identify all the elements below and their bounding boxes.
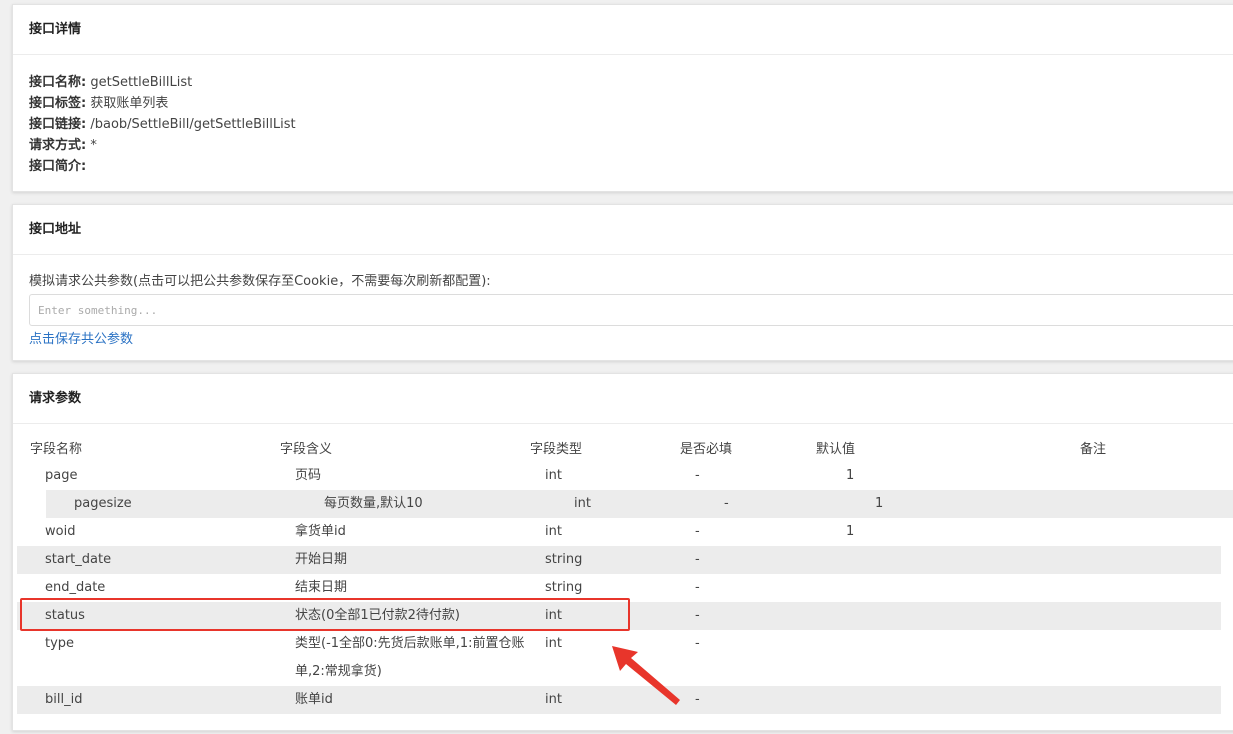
header-required: 是否必填 (680, 442, 733, 457)
detail-row-method: 请求方式: * (29, 135, 1233, 156)
cell-meaning: 结束日期 (295, 580, 348, 595)
request-params-title: 请求参数 (13, 374, 1233, 424)
cell-type: int (545, 692, 562, 707)
api-address-title: 接口地址 (13, 205, 1233, 255)
table-row: type 类型(-1全部0:先货后款账单,1:前置仓账单,2:常规拿货) int… (0, 630, 1233, 686)
cell-type: int (545, 636, 562, 651)
cell-name: status (45, 608, 85, 623)
cell-required: - (695, 468, 700, 483)
detail-label: 接口标签: (29, 96, 87, 111)
api-detail-card: 接口详情 接口名称: getSettleBillList 接口标签: 获取账单列… (12, 4, 1233, 192)
cell-required: - (695, 580, 700, 595)
cell-required: - (695, 524, 700, 539)
table-row: page 页码 int - 1 (0, 462, 1233, 490)
table-row: start_date 开始日期 string - (17, 546, 1221, 574)
save-public-params-link[interactable]: 点击保存共公参数 (29, 330, 133, 350)
detail-row-name: 接口名称: getSettleBillList (29, 72, 1233, 93)
detail-label: 请求方式: (29, 138, 87, 153)
cell-name: woid (45, 524, 76, 539)
table-row: end_date 结束日期 string - (0, 574, 1233, 602)
cell-name: start_date (45, 552, 112, 567)
cell-default: 1 (846, 524, 855, 539)
cell-required: - (695, 692, 700, 707)
cell-name: end_date (45, 580, 106, 595)
cell-required: - (695, 636, 700, 651)
cell-meaning: 状态(0全部1已付款2待付款) (295, 608, 460, 623)
api-address-card: 接口地址 模拟请求公共参数(点击可以把公共参数保存至Cookie，不需要每次刷新… (12, 204, 1233, 361)
cell-name: bill_id (45, 692, 83, 707)
cell-meaning: 账单id (295, 692, 333, 707)
cell-type: string (545, 580, 583, 595)
table-row: woid 拿货单id int - 1 (0, 518, 1233, 546)
cell-meaning: 类型(-1全部0:先货后款账单,1:前置仓账单,2:常规拿货) (295, 636, 525, 679)
cell-name: pagesize (74, 496, 132, 511)
api-doc-page: 接口详情 接口名称: getSettleBillList 接口标签: 获取账单列… (0, 0, 1233, 734)
cell-meaning: 开始日期 (295, 552, 348, 567)
cell-type: int (545, 468, 562, 483)
detail-value: getSettleBillList (90, 75, 193, 90)
cell-type: string (545, 552, 583, 567)
detail-label: 接口链接: (29, 117, 87, 132)
api-detail-title: 接口详情 (13, 5, 1233, 55)
detail-label: 接口名称: (29, 75, 87, 90)
table-row: pagesize 每页数量,默认10 int - 1 (46, 490, 1233, 518)
cell-default: 1 (846, 468, 855, 483)
cell-required: - (695, 552, 700, 567)
header-default: 默认值 (816, 442, 856, 457)
cell-meaning: 拿货单id (295, 524, 346, 539)
detail-row-tag: 接口标签: 获取账单列表 (29, 93, 1233, 114)
api-address-body: 模拟请求公共参数(点击可以把公共参数保存至Cookie，不需要每次刷新都配置):… (13, 255, 1233, 350)
table-row: status 状态(0全部1已付款2待付款) int - (17, 602, 1221, 630)
cell-type: int (545, 524, 562, 539)
params-table-body: page 页码 int - 1 pagesize 每页数量,默认10 int -… (0, 462, 1233, 714)
cell-meaning: 页码 (295, 468, 322, 483)
table-row: bill_id 账单id int - (17, 686, 1221, 714)
detail-value: * (90, 138, 97, 153)
public-params-input[interactable] (29, 294, 1233, 326)
cell-required: - (695, 608, 700, 623)
detail-value: /baob/SettleBill/getSettleBillList (90, 117, 296, 132)
detail-row-link: 接口链接: /baob/SettleBill/getSettleBillList (29, 114, 1233, 135)
header-field-type: 字段类型 (530, 442, 583, 457)
detail-label: 接口简介: (29, 159, 87, 174)
detail-value: 获取账单列表 (90, 96, 169, 111)
cell-type: int (574, 496, 591, 511)
cell-name: page (45, 468, 78, 483)
cell-default: 1 (875, 496, 884, 511)
public-params-description: 模拟请求公共参数(点击可以把公共参数保存至Cookie，不需要每次刷新都配置): (29, 274, 491, 289)
cell-required: - (724, 496, 729, 511)
detail-row-summary: 接口简介: (29, 156, 1233, 177)
cell-name: type (45, 636, 75, 651)
header-field-name: 字段名称 (30, 442, 83, 457)
cell-type: int (545, 608, 562, 623)
params-table-header: 字段名称 字段含义 字段类型 是否必填 默认值 备注 (13, 440, 1233, 460)
header-note: 备注 (1080, 442, 1107, 457)
api-detail-list: 接口名称: getSettleBillList 接口标签: 获取账单列表 接口链… (13, 55, 1233, 177)
cell-meaning: 每页数量,默认10 (324, 496, 423, 511)
header-field-meaning: 字段含义 (280, 442, 333, 457)
